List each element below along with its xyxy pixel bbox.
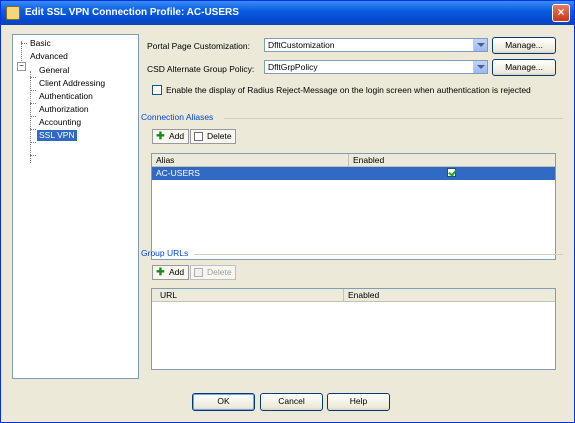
nav-item-accounting[interactable]: Accounting: [39, 117, 81, 128]
nav-item-general[interactable]: General: [39, 65, 69, 76]
csd-group-policy-select[interactable]: DfltGrpPolicy: [264, 60, 488, 74]
dialog-body: − Basic Advanced General Client Addressi…: [4, 25, 571, 420]
tree-connector: [30, 103, 36, 104]
edit-delete-icon: [194, 268, 203, 277]
portal-customization-select[interactable]: DfltCustomization: [264, 38, 488, 52]
table-header: URL Enabled: [152, 289, 555, 302]
ok-button[interactable]: OK: [192, 393, 255, 411]
column-enabled[interactable]: Enabled: [353, 155, 384, 165]
alias-add-label: Add: [169, 131, 185, 141]
alias-delete-label: Delete: [207, 131, 232, 141]
csd-group-policy-value: DfltGrpPolicy: [268, 62, 318, 72]
group-urls-table[interactable]: URL Enabled: [151, 288, 556, 370]
alias-delete-button[interactable]: Delete: [190, 129, 236, 144]
tree-connector: [30, 90, 36, 91]
column-alias[interactable]: Alias: [156, 155, 174, 165]
column-url[interactable]: URL: [160, 290, 177, 300]
window-title: Edit SSL VPN Connection Profile: AC-USER…: [25, 7, 239, 18]
tree-connector: [30, 71, 31, 163]
column-separator: [343, 289, 344, 302]
nav-item-authorization[interactable]: Authorization: [39, 104, 89, 115]
dialog-window: Edit SSL VPN Connection Profile: AC-USER…: [0, 0, 575, 423]
title-bar[interactable]: Edit SSL VPN Connection Profile: AC-USER…: [1, 1, 574, 25]
connection-aliases-heading: Connection Aliases: [141, 112, 214, 122]
tree-connector: [30, 142, 36, 143]
connection-aliases-table[interactable]: Alias Enabled AC-USERS: [151, 153, 556, 260]
group-urls-heading: Group URLs: [141, 248, 189, 258]
csd-group-policy-label: CSD Alternate Group Policy:: [147, 64, 255, 74]
url-add-button[interactable]: ✚ Add: [152, 265, 189, 280]
table-row[interactable]: AC-USERS: [152, 167, 555, 180]
url-delete-button[interactable]: Delete: [190, 265, 236, 280]
plus-icon: ✚: [156, 267, 165, 278]
collapse-icon[interactable]: −: [17, 62, 26, 71]
nav-item-ssl-vpn[interactable]: SSL VPN: [37, 130, 77, 141]
section-divider: [224, 118, 563, 119]
nav-item-advanced[interactable]: Advanced: [30, 51, 68, 62]
nav-item-basic[interactable]: Basic: [30, 38, 51, 49]
close-button[interactable]: ×: [552, 4, 570, 22]
manage-customization-button[interactable]: Manage...: [492, 37, 556, 54]
section-divider: [194, 254, 563, 255]
plus-icon: ✚: [156, 131, 165, 142]
app-icon: [6, 6, 20, 20]
table-header: Alias Enabled: [152, 154, 555, 167]
portal-customization-label: Portal Page Customization:: [147, 41, 250, 51]
url-delete-label: Delete: [207, 267, 232, 277]
radius-reject-label: Enable the display of Radius Reject-Mess…: [166, 85, 531, 95]
chevron-down-icon[interactable]: [473, 61, 487, 73]
tree-connector: [30, 129, 36, 130]
tree-connector: [30, 77, 36, 78]
url-add-label: Add: [169, 267, 185, 277]
tree-connector: [21, 43, 27, 44]
tree-connector: [30, 116, 36, 117]
tree-connector: [30, 155, 36, 156]
alias-cell: AC-USERS: [156, 168, 200, 178]
nav-tree[interactable]: − Basic Advanced General Client Addressi…: [12, 34, 139, 379]
enabled-checkbox[interactable]: [447, 168, 456, 177]
edit-delete-icon: [194, 132, 203, 141]
close-icon: ×: [557, 5, 565, 19]
portal-customization-value: DfltCustomization: [268, 40, 335, 50]
radius-reject-checkbox[interactable]: [152, 85, 162, 95]
alias-add-button[interactable]: ✚ Add: [152, 129, 189, 144]
nav-item-authentication[interactable]: Authentication: [39, 91, 93, 102]
cancel-button[interactable]: Cancel: [260, 393, 323, 411]
tree-connector: [21, 41, 22, 63]
chevron-down-icon[interactable]: [473, 39, 487, 51]
manage-group-policy-button[interactable]: Manage...: [492, 59, 556, 76]
nav-item-client-addressing[interactable]: Client Addressing: [39, 78, 105, 89]
help-button[interactable]: Help: [327, 393, 390, 411]
column-separator: [348, 154, 349, 167]
column-enabled[interactable]: Enabled: [348, 290, 379, 300]
